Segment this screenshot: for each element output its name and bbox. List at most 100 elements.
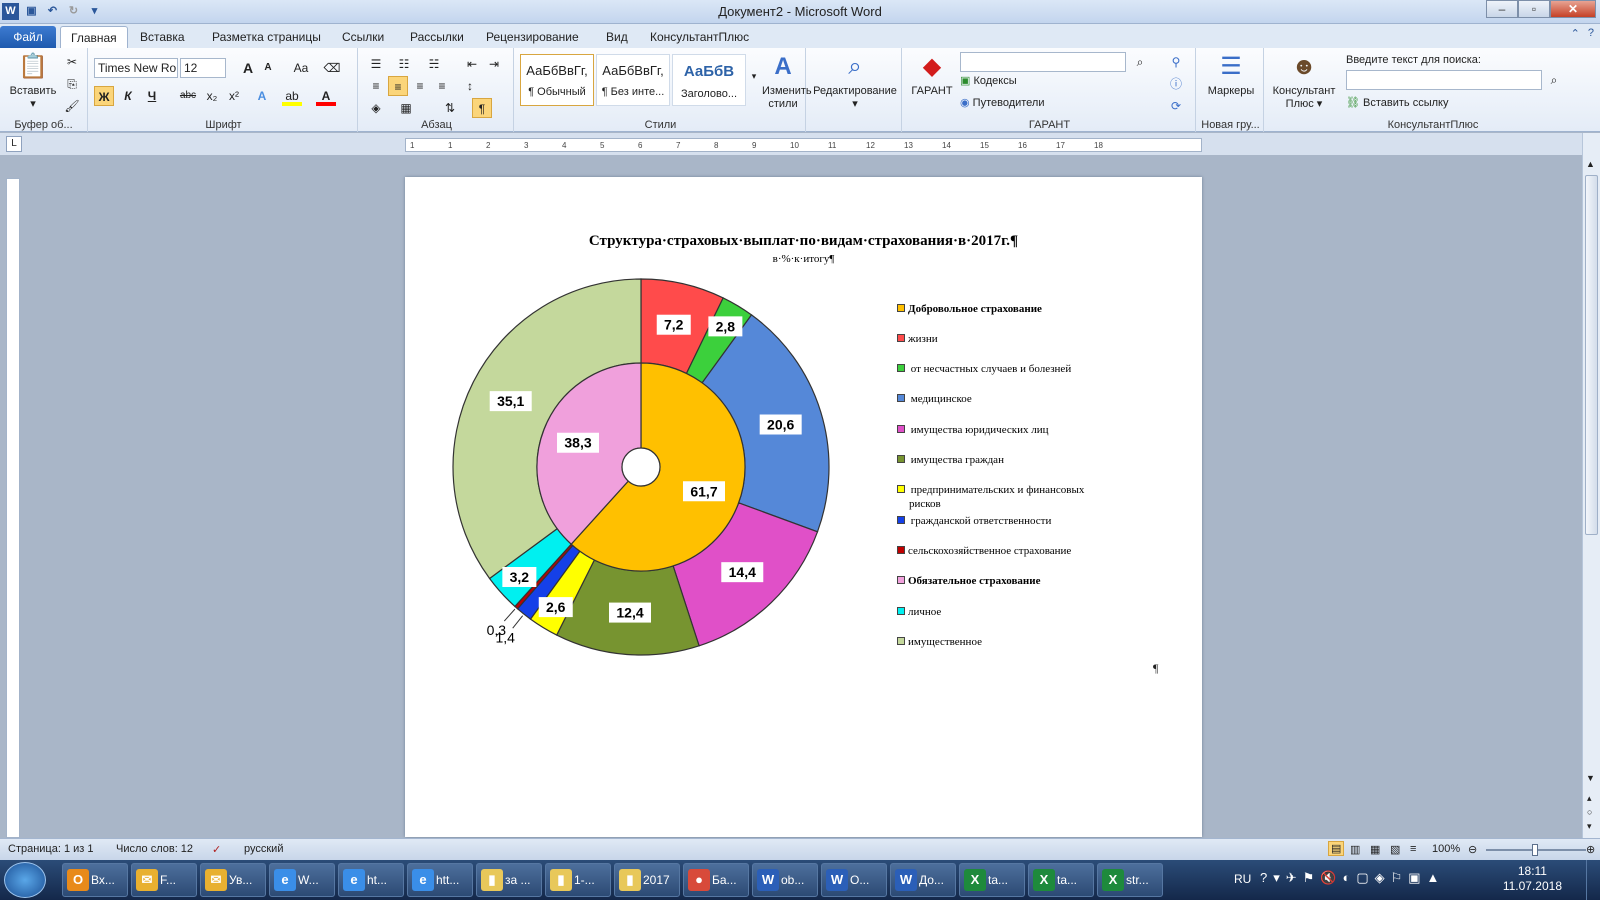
font-size-combo[interactable]: 12: [180, 58, 226, 78]
taskbar-item[interactable]: W О...: [821, 863, 887, 897]
consultant-search-icon[interactable]: ⌕: [1544, 70, 1564, 90]
shading-icon[interactable]: ◈: [366, 98, 386, 118]
vertical-scrollbar[interactable]: ▲ ▼ ▴ ○ ▾: [1582, 133, 1600, 838]
tab-home[interactable]: Главная: [60, 26, 128, 48]
align-right-icon[interactable]: ≡: [410, 76, 430, 96]
taskbar-item[interactable]: O Вх...: [62, 863, 128, 897]
taskbar-item[interactable]: Xta...: [959, 863, 1025, 897]
zoom-level[interactable]: 100%: [1432, 843, 1460, 855]
format-painter-icon[interactable]: 🖌: [62, 96, 82, 116]
start-button[interactable]: [4, 862, 46, 898]
minimize-button[interactable]: –: [1486, 0, 1518, 18]
browse-object-icon[interactable]: ○: [1587, 807, 1592, 817]
underline-button[interactable]: Ч: [142, 86, 162, 106]
strikethrough-button[interactable]: abc: [176, 86, 200, 106]
markers-button[interactable]: ☰ Маркеры: [1200, 52, 1262, 98]
change-case-button[interactable]: Aa: [288, 58, 314, 78]
word-count[interactable]: Число слов: 12: [116, 843, 193, 855]
cut-icon[interactable]: ✂: [62, 52, 82, 72]
paste-button[interactable]: 📋 Вставить ▾: [6, 52, 60, 111]
tab-review[interactable]: Рецензирование: [476, 26, 589, 48]
align-center-icon[interactable]: ≡: [388, 76, 408, 96]
numbering-icon[interactable]: ☷: [394, 54, 414, 74]
garant-button[interactable]: ◆ ГАРАНТ: [908, 52, 956, 98]
taskbar-item[interactable]: e W...: [269, 863, 335, 897]
taskbar-item[interactable]: ▮ 2017: [614, 863, 680, 897]
scroll-down-icon[interactable]: ▼: [1586, 773, 1595, 783]
grow-font-button[interactable]: A: [238, 58, 258, 78]
zoom-slider-thumb[interactable]: [1532, 844, 1538, 856]
style-normal[interactable]: АаБбВвГг, ¶ Обычный: [520, 54, 594, 106]
draft-view-icon[interactable]: ≡: [1410, 843, 1416, 855]
bold-button[interactable]: Ж: [94, 86, 114, 106]
bullets-icon[interactable]: ☰: [366, 54, 386, 74]
scrollbar-thumb[interactable]: [1585, 175, 1598, 535]
decrease-indent-icon[interactable]: ⇤: [462, 54, 482, 74]
web-layout-icon[interactable]: ▦: [1370, 843, 1380, 856]
taskbar-item[interactable]: W До...: [890, 863, 956, 897]
horizontal-ruler[interactable]: 1 1 2 3 4 5 6 7 8 9 10 11 12 13 14 15 16 17 18: [405, 138, 1202, 152]
vertical-ruler[interactable]: [6, 178, 20, 838]
garant-search-input[interactable]: [960, 52, 1126, 72]
borders-icon[interactable]: ▦: [396, 98, 416, 118]
garant-search-icon[interactable]: ⌕: [1130, 52, 1150, 72]
reading-view-icon[interactable]: ▥: [1350, 843, 1360, 856]
maximize-button[interactable]: ▫: [1518, 0, 1550, 18]
insert-link-button[interactable]: ⛓ Вставить ссылку: [1346, 96, 1448, 109]
superscript-button[interactable]: x²: [224, 86, 244, 106]
page-count[interactable]: Страница: 1 из 1: [8, 843, 94, 855]
tab-mailings[interactable]: Рассылки: [400, 26, 474, 48]
language-indicator[interactable]: русский: [244, 843, 283, 855]
editing-button[interactable]: ⌕ Редактирование ▾: [810, 52, 900, 111]
clock[interactable]: 18:11 11.07.2018: [1503, 864, 1562, 894]
align-left-icon[interactable]: ≡: [366, 76, 386, 96]
show-desktop-button[interactable]: [1586, 860, 1600, 900]
outline-view-icon[interactable]: ▧: [1390, 843, 1400, 856]
doughnut-chart[interactable]: 7,2 2,820,614,412,42,61,40,33,235,161,738…: [405, 177, 1202, 837]
tray-icons[interactable]: ?▾✈⚑🔇◐▢◈⚐▣▲: [1260, 870, 1445, 886]
minimize-ribbon-icon[interactable]: ⌃: [1571, 27, 1580, 40]
garant-info-icon[interactable]: ⓘ: [1166, 74, 1186, 94]
font-name-combo[interactable]: Times New Ro: [94, 58, 178, 78]
next-page-icon[interactable]: ▾: [1587, 821, 1592, 832]
language-bar[interactable]: RU: [1234, 872, 1251, 886]
font-color-icon[interactable]: A: [316, 86, 336, 106]
taskbar-item[interactable]: ▮ за ...: [476, 863, 542, 897]
multilevel-list-icon[interactable]: ☵: [424, 54, 444, 74]
close-button[interactable]: ✕: [1550, 0, 1596, 18]
tab-references[interactable]: Ссылки: [332, 26, 394, 48]
zoom-in-icon[interactable]: ⊕: [1586, 843, 1595, 856]
taskbar-item[interactable]: e ht...: [338, 863, 404, 897]
sort-icon[interactable]: ⇅: [440, 98, 460, 118]
taskbar-item[interactable]: Wob...: [752, 863, 818, 897]
taskbar-item[interactable]: ▮ 1-...: [545, 863, 611, 897]
consultant-button[interactable]: ☻ Консультант Плюс ▾: [1268, 52, 1340, 111]
prev-page-icon[interactable]: ▴: [1587, 793, 1592, 804]
consultant-search-input[interactable]: [1346, 70, 1542, 90]
highlight-icon[interactable]: ab: [282, 86, 302, 106]
taskbar-item[interactable]: Xstr...: [1097, 863, 1163, 897]
tab-insert[interactable]: Вставка: [130, 26, 195, 48]
tab-consultantplus[interactable]: КонсультантПлюс: [640, 26, 759, 48]
line-spacing-icon[interactable]: ↕: [460, 76, 480, 96]
style-no-spacing[interactable]: АаБбВвГг, ¶ Без инте...: [596, 54, 670, 106]
taskbar-item[interactable]: Xta...: [1028, 863, 1094, 897]
increase-indent-icon[interactable]: ⇥: [484, 54, 504, 74]
scroll-up-icon[interactable]: ▲: [1586, 159, 1595, 169]
text-effects-icon[interactable]: A: [252, 86, 272, 106]
italic-button[interactable]: К: [118, 86, 138, 106]
clear-format-icon[interactable]: ⌫: [322, 58, 342, 78]
print-layout-view-icon[interactable]: ▤: [1328, 841, 1345, 856]
tab-view[interactable]: Вид: [596, 26, 638, 48]
proofing-icon[interactable]: ✓: [212, 843, 221, 856]
help-icon[interactable]: ?: [1588, 27, 1594, 40]
taskbar-item[interactable]: ● Ба...: [683, 863, 749, 897]
show-marks-button[interactable]: ¶: [472, 98, 492, 118]
zoom-out-icon[interactable]: ⊖: [1468, 843, 1477, 856]
justify-icon[interactable]: ≡: [432, 76, 452, 96]
shrink-font-button[interactable]: A: [258, 58, 278, 78]
codex-link[interactable]: ▣ Кодексы: [960, 74, 1017, 87]
tab-page-layout[interactable]: Разметка страницы: [202, 26, 331, 48]
tab-file[interactable]: Файл: [0, 26, 56, 48]
guides-link[interactable]: ◉ Путеводители: [960, 96, 1045, 109]
